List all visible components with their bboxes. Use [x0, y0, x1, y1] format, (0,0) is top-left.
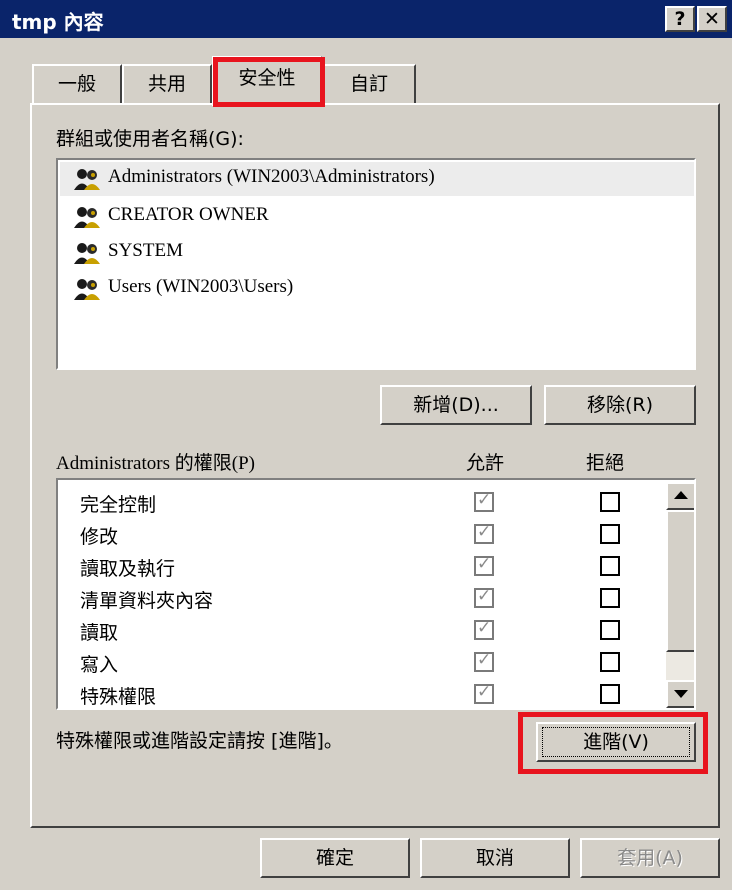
- user-name: Administrators (WIN2003\Administrators): [108, 166, 435, 187]
- permission-row: 寫入: [58, 646, 658, 678]
- users-listbox[interactable]: Administrators (WIN2003\Administrators) …: [56, 158, 696, 370]
- permission-row: 讀取及執行: [58, 550, 658, 582]
- tab-general[interactable]: 一般: [32, 64, 122, 106]
- allow-checkbox[interactable]: [474, 618, 494, 640]
- window-title: tmp 內容: [12, 10, 104, 34]
- advanced-hint-text: 特殊權限或進階設定請按 [進階]。: [56, 730, 343, 752]
- security-tab-highlight: [213, 57, 325, 107]
- help-button[interactable]: ?: [665, 6, 695, 32]
- deny-checkbox[interactable]: [600, 588, 620, 608]
- groups-label: 群組或使用者名稱(G):: [56, 128, 244, 150]
- user-name: CREATOR OWNER: [108, 204, 269, 225]
- allow-checkbox[interactable]: [474, 490, 494, 512]
- deny-checkbox[interactable]: [600, 524, 620, 544]
- ok-button[interactable]: 確定: [260, 838, 410, 878]
- permission-name: 特殊權限: [80, 686, 157, 708]
- permission-row: 清單資料夾內容: [58, 582, 658, 614]
- close-button[interactable]: ✕: [697, 6, 727, 32]
- deny-checkbox[interactable]: [600, 492, 620, 512]
- permission-row: 讀取: [58, 614, 658, 646]
- deny-checkbox[interactable]: [600, 684, 620, 704]
- allow-checkbox[interactable]: [474, 682, 494, 704]
- allow-column-header: 允許: [466, 452, 505, 474]
- title-bar[interactable]: tmp 內容 ? ✕: [0, 0, 732, 38]
- permission-name: 完全控制: [80, 494, 157, 516]
- tab-custom[interactable]: 自訂: [322, 64, 416, 106]
- permission-row: 特殊權限: [58, 678, 658, 708]
- arrow-down-icon: [674, 690, 688, 698]
- permission-name: 讀取及執行: [80, 558, 176, 580]
- permissions-label: Administrators 的權限(P): [56, 453, 255, 474]
- scroll-up-button[interactable]: [666, 482, 694, 510]
- allow-checkbox[interactable]: [474, 650, 494, 672]
- permission-row: 修改: [58, 518, 658, 550]
- deny-checkbox[interactable]: [600, 652, 620, 672]
- deny-column-header: 拒絕: [586, 452, 625, 474]
- permission-name: 寫入: [80, 654, 119, 676]
- user-group-icon: [72, 205, 106, 229]
- permissions-list[interactable]: 完全控制 修改 讀取及執行 清單資料夾內容 讀取 寫入 特殊權限: [56, 478, 696, 710]
- apply-button[interactable]: 套用(A): [580, 838, 720, 878]
- permission-name: 修改: [80, 526, 119, 548]
- permission-name: 清單資料夾內容: [80, 590, 214, 612]
- list-item[interactable]: CREATOR OWNER: [60, 200, 694, 234]
- permissions-scrollbar[interactable]: [666, 482, 694, 708]
- list-item[interactable]: Administrators (WIN2003\Administrators): [60, 162, 694, 196]
- user-group-icon: [72, 277, 106, 301]
- remove-button[interactable]: 移除(R): [544, 385, 696, 425]
- tab-sharing[interactable]: 共用: [122, 64, 212, 106]
- cancel-button[interactable]: 取消: [420, 838, 570, 878]
- user-name: SYSTEM: [108, 240, 183, 261]
- advanced-button-highlight: [518, 712, 708, 774]
- list-item[interactable]: Users (WIN2003\Users): [60, 272, 694, 306]
- allow-checkbox[interactable]: [474, 522, 494, 544]
- scroll-down-button[interactable]: [666, 680, 694, 708]
- list-item[interactable]: SYSTEM: [60, 236, 694, 270]
- deny-checkbox[interactable]: [600, 556, 620, 576]
- deny-checkbox[interactable]: [600, 620, 620, 640]
- scroll-thumb[interactable]: [666, 510, 694, 652]
- allow-checkbox[interactable]: [474, 586, 494, 608]
- add-button[interactable]: 新增(D)...: [380, 385, 532, 425]
- allow-checkbox[interactable]: [474, 554, 494, 576]
- user-group-icon: [72, 167, 106, 191]
- user-group-icon: [72, 241, 106, 265]
- permission-name: 讀取: [80, 622, 119, 644]
- user-name: Users (WIN2003\Users): [108, 276, 294, 297]
- permission-row: 完全控制: [58, 486, 658, 518]
- arrow-up-icon: [674, 491, 688, 499]
